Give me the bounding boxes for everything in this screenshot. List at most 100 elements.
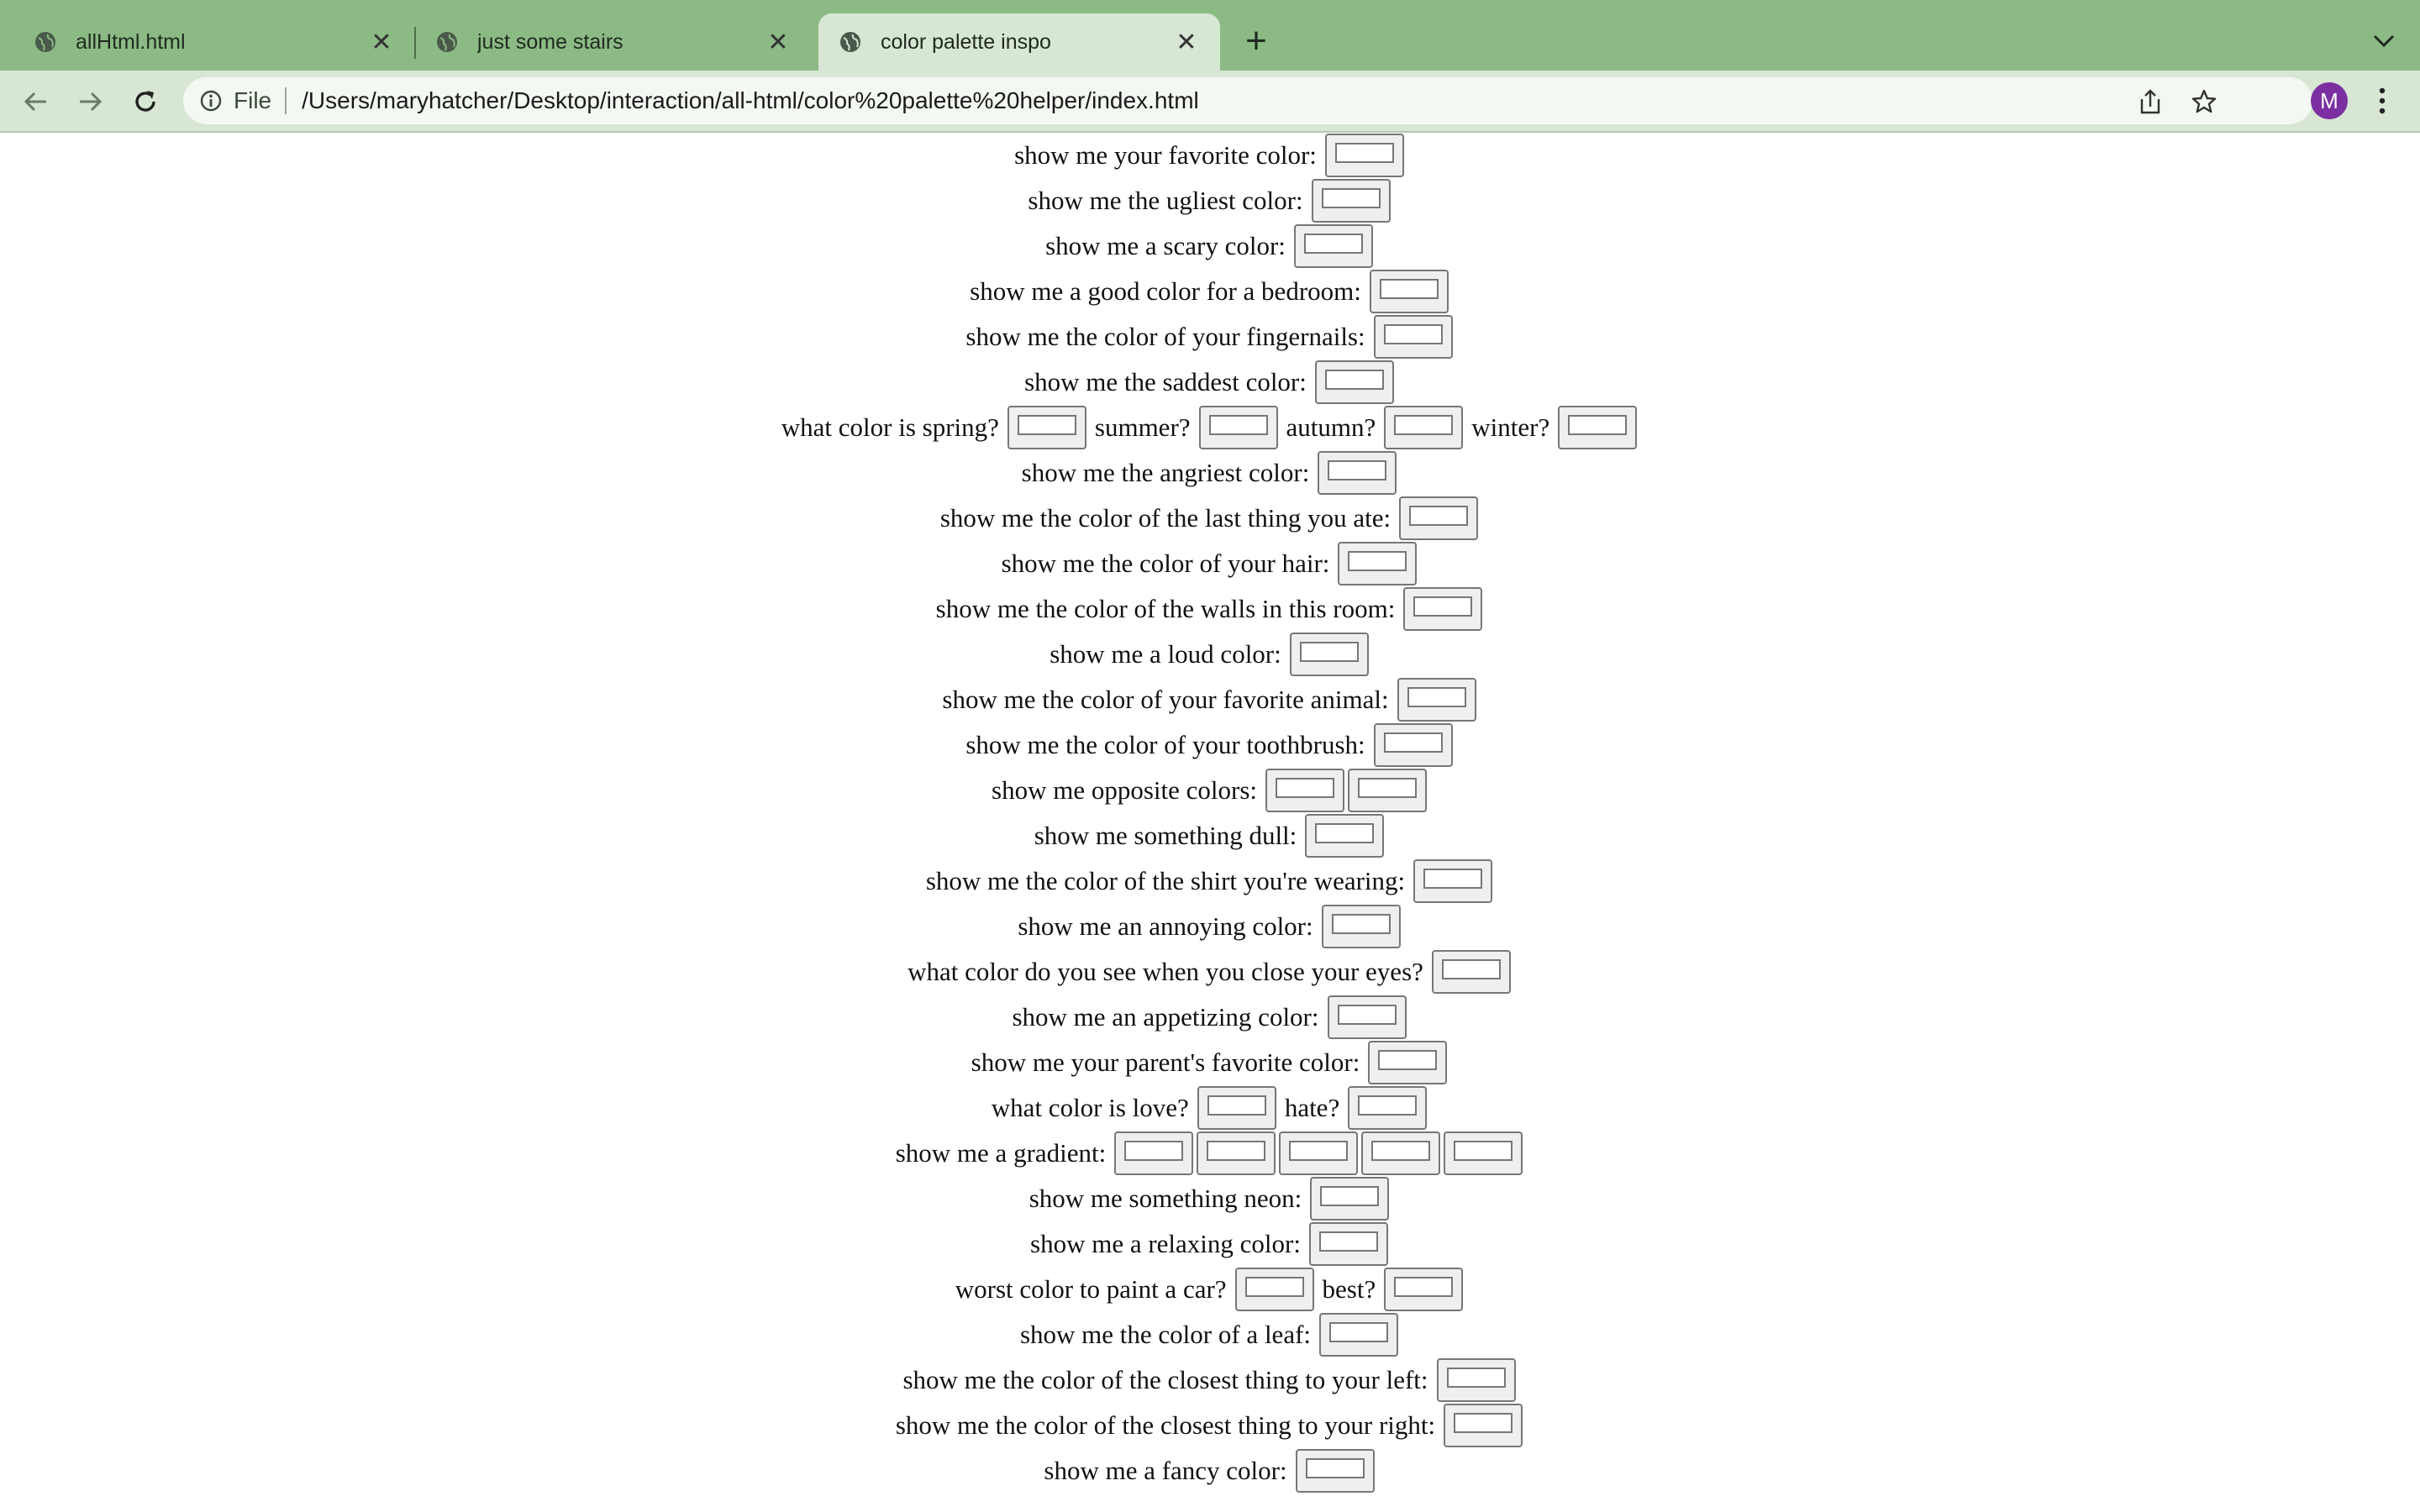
color-picker-input[interactable] (1368, 1041, 1448, 1084)
color-picker-input[interactable] (1321, 905, 1401, 948)
color-picker-input[interactable] (1369, 270, 1449, 313)
forward-arrow-icon[interactable] (71, 82, 109, 121)
new-tab-icon[interactable]: + (1235, 20, 1277, 62)
color-picker-input[interactable] (1314, 360, 1394, 404)
url-text[interactable]: /Users/maryhatcher/Desktop/interaction/a… (302, 87, 1199, 114)
question-label: show me opposite colors: (992, 775, 1257, 805)
question-label: what color is love? (991, 1093, 1189, 1122)
question-label: show me a scary color: (1045, 231, 1286, 260)
color-picker-input[interactable] (1324, 134, 1404, 177)
back-arrow-icon[interactable] (17, 82, 55, 121)
globe-icon (435, 30, 459, 54)
more-menu-icon[interactable] (2368, 82, 2396, 119)
color-picker-input[interactable] (1311, 179, 1391, 223)
question-row: show me a loud color: (0, 632, 2420, 677)
address-bar[interactable]: File /Users/maryhatcher/Desktop/interact… (183, 77, 2312, 124)
color-picker-input[interactable] (1234, 1268, 1314, 1311)
question-label: show me the color of your toothbrush: (965, 730, 1365, 759)
question-label: show me the color of the closest thing t… (902, 1365, 1428, 1394)
tab-strip: allHtml.html ✕ just some stairs ✕ color … (0, 0, 2420, 71)
color-picker-input[interactable] (1348, 769, 1427, 812)
question-label: show me something neon: (1028, 1184, 1302, 1213)
color-picker-input[interactable] (1305, 814, 1385, 858)
color-picker-input[interactable] (1431, 950, 1511, 994)
color-picker-input[interactable] (1319, 1313, 1399, 1357)
question-label: winter? (1471, 412, 1550, 442)
color-picker-input[interactable] (1373, 315, 1453, 359)
color-picker-input[interactable] (1114, 1131, 1194, 1175)
question-row: show me your parent's favorite color: (0, 1040, 2420, 1085)
chevron-down-icon[interactable] (2363, 20, 2405, 62)
question-row: show me the color of the closest thing t… (0, 1403, 2420, 1448)
color-picker-input[interactable] (1310, 1177, 1390, 1221)
color-picker-input[interactable] (1361, 1131, 1441, 1175)
color-picker-input[interactable] (1399, 496, 1479, 540)
question-row: show me the color of your favorite anima… (0, 677, 2420, 722)
question-label: show me the color of a leaf: (1019, 1320, 1312, 1349)
question-label: what color do you see when you close you… (908, 957, 1423, 986)
color-picker-input[interactable] (1327, 995, 1407, 1039)
color-picker-input[interactable] (1444, 1131, 1523, 1175)
color-picker-input[interactable] (1265, 769, 1344, 812)
close-icon[interactable]: ✕ (1170, 25, 1203, 59)
question-label: show me the saddest color: (1024, 367, 1307, 396)
tab-allhtml[interactable]: allHtml.html ✕ (0, 13, 415, 71)
color-picker-input[interactable] (1007, 406, 1086, 449)
color-picker-input[interactable] (1403, 587, 1483, 631)
question-label: what color is spring? (781, 412, 999, 442)
color-picker-input[interactable] (1444, 1404, 1523, 1447)
profile-avatar[interactable]: M (2311, 82, 2348, 119)
color-picker-input[interactable] (1373, 723, 1453, 767)
color-picker-input[interactable] (1197, 1086, 1276, 1130)
color-picker-input[interactable] (1413, 859, 1493, 903)
color-picker-input[interactable] (1558, 406, 1638, 449)
question-label: show me your favorite color: (1014, 140, 1317, 170)
color-picker-input[interactable] (1384, 1268, 1464, 1311)
color-picker-input[interactable] (1338, 542, 1418, 585)
color-picker-input[interactable] (1384, 406, 1464, 449)
question-row: what color is love? hate? (0, 1085, 2420, 1131)
question-row: show me a good color for a bedroom: (0, 269, 2420, 314)
question-row: show me the color of the last thing you … (0, 496, 2420, 541)
question-label: show me a good color for a bedroom: (970, 276, 1361, 306)
color-picker-input[interactable] (1197, 1131, 1276, 1175)
question-row: show me an annoying color: (0, 904, 2420, 949)
color-picker-input[interactable] (1436, 1358, 1516, 1402)
color-picker-input[interactable] (1308, 1222, 1388, 1266)
question-row: show me the color of your fingernails: (0, 314, 2420, 360)
question-label: show me a fancy color: (1044, 1456, 1287, 1485)
question-label: show me the ugliest color: (1028, 186, 1303, 215)
close-icon[interactable]: ✕ (365, 25, 398, 59)
color-picker-input[interactable] (1318, 451, 1397, 495)
question-row: show me the color of the walls in this r… (0, 586, 2420, 632)
question-row: show me the color of your hair: (0, 541, 2420, 586)
color-picker-input[interactable] (1348, 1086, 1428, 1130)
question-row: show me a fancy color: (0, 1448, 2420, 1494)
page-content: show me your favorite color: show me the … (0, 133, 2420, 1512)
address-divider (285, 87, 287, 114)
question-label: show me the color of your hair: (1001, 549, 1330, 578)
star-icon[interactable] (2190, 87, 2218, 116)
globe-icon (34, 30, 57, 54)
tab-color-palette-inspo[interactable]: color palette inspo ✕ (818, 13, 1220, 71)
color-picker-input[interactable] (1289, 633, 1369, 676)
question-row: show me something neon: (0, 1176, 2420, 1221)
question-label: best? (1322, 1274, 1376, 1304)
question-row: show me the angriest color: (0, 450, 2420, 496)
question-label: show me the color of the last thing you … (939, 503, 1392, 533)
color-picker-input[interactable] (1198, 406, 1278, 449)
info-icon[interactable] (198, 88, 224, 113)
reload-icon[interactable] (126, 82, 165, 121)
color-picker-input[interactable] (1397, 678, 1476, 722)
tab-just-some-stairs[interactable]: just some stairs ✕ (417, 13, 812, 71)
color-picker-input[interactable] (1293, 224, 1373, 268)
question-row: worst color to paint a car? best? (0, 1267, 2420, 1312)
question-label: show me the color of your favorite anima… (942, 685, 1389, 714)
globe-icon (839, 30, 862, 54)
color-picker-input[interactable] (1295, 1449, 1375, 1493)
question-label: show me an annoying color: (1018, 911, 1313, 941)
close-icon[interactable]: ✕ (761, 25, 795, 59)
color-picker-input[interactable] (1279, 1131, 1359, 1175)
share-icon[interactable] (2136, 87, 2165, 116)
url-scheme: File (234, 87, 272, 113)
